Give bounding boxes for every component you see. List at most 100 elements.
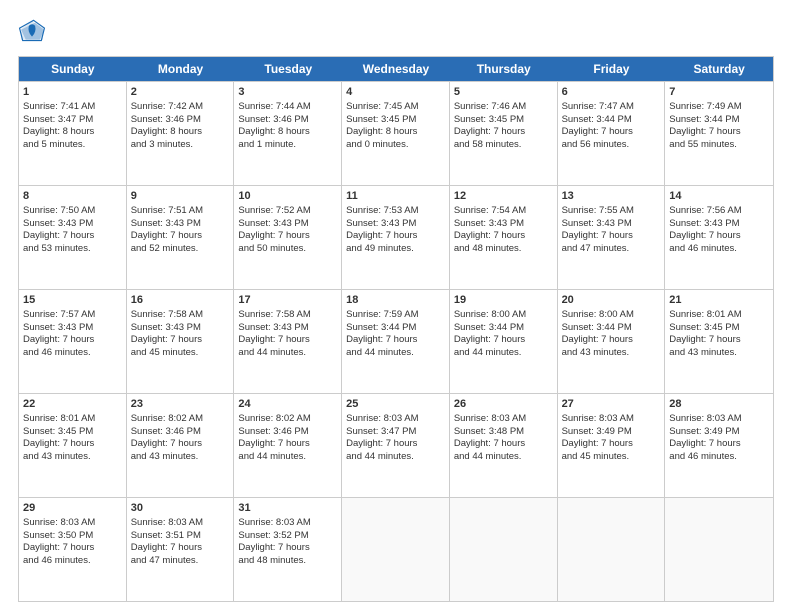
calendar-cell: 30Sunrise: 8:03 AMSunset: 3:51 PMDayligh… [127, 498, 235, 601]
day-number: 7 [669, 85, 769, 100]
calendar-cell: 27Sunrise: 8:03 AMSunset: 3:49 PMDayligh… [558, 394, 666, 497]
calendar-cell: 3Sunrise: 7:44 AMSunset: 3:46 PMDaylight… [234, 82, 342, 185]
calendar-cell: 17Sunrise: 7:58 AMSunset: 3:43 PMDayligh… [234, 290, 342, 393]
calendar-cell: 25Sunrise: 8:03 AMSunset: 3:47 PMDayligh… [342, 394, 450, 497]
day-number: 22 [23, 397, 122, 412]
day-info-line: Sunrise: 7:57 AM [23, 309, 122, 322]
day-info-line: Daylight: 7 hours [131, 230, 230, 243]
day-number: 28 [669, 397, 769, 412]
calendar-row: 15Sunrise: 7:57 AM Sunset: 3:43 PM Dayligh… [19, 289, 773, 393]
calendar-cell [450, 498, 558, 601]
day-info-line: Daylight: 7 hours [454, 334, 553, 347]
day-info-line: and 46 minutes. [669, 451, 769, 464]
day-number: 13 [562, 189, 661, 204]
day-info-line: Daylight: 7 hours [669, 334, 769, 347]
day-info-line: Sunset: 3:43 PM [238, 218, 337, 231]
day-info-line: Sunrise: 7:46 AM [454, 101, 553, 114]
weekday-header: Friday [558, 57, 666, 81]
day-number: 15 [23, 293, 122, 308]
day-info-line: and 43 minutes. [562, 347, 661, 360]
day-info-line: Sunrise: 7:56 AM [669, 205, 769, 218]
calendar-header: SundayMondayTuesdayWednesdayThursdayFrid… [19, 57, 773, 81]
day-info-line: Sunrise: 7:52 AM [238, 205, 337, 218]
calendar-cell: 20Sunrise: 8:00 AMSunset: 3:44 PMDayligh… [558, 290, 666, 393]
day-info-line: and 55 minutes. [669, 139, 769, 152]
calendar-cell: 23Sunrise: 8:02 AMSunset: 3:46 PMDayligh… [127, 394, 235, 497]
day-info-line: Sunrise: 8:02 AM [131, 413, 230, 426]
calendar-cell: 11Sunrise: 7:53 AMSunset: 3:43 PMDayligh… [342, 186, 450, 289]
day-info-line: Daylight: 7 hours [669, 438, 769, 451]
calendar-cell: 12Sunrise: 7:54 AMSunset: 3:43 PMDayligh… [450, 186, 558, 289]
calendar-cell [558, 498, 666, 601]
day-info-line: Daylight: 7 hours [562, 438, 661, 451]
day-info-line: and 44 minutes. [346, 451, 445, 464]
calendar-cell: 7Sunrise: 7:49 AMSunset: 3:44 PMDaylight… [665, 82, 773, 185]
day-info-line: Sunset: 3:43 PM [238, 322, 337, 335]
calendar-body: 1Sunrise: 7:41 AMSunset: 3:47 PMDaylight… [19, 81, 773, 601]
calendar-row: 1Sunrise: 7:41 AMSunset: 3:47 PMDaylight… [19, 81, 773, 185]
day-number: 25 [346, 397, 445, 412]
day-number: 14 [669, 189, 769, 204]
day-info-line: Sunset: 3:46 PM [131, 426, 230, 439]
day-info-line: Daylight: 7 hours [131, 542, 230, 555]
day-info-line: Sunrise: 7:50 AM [23, 205, 122, 218]
day-info-line: Daylight: 7 hours [23, 334, 122, 347]
day-info-line: and 45 minutes. [562, 451, 661, 464]
day-number: 24 [238, 397, 337, 412]
day-info-line: Sunset: 3:43 PM [131, 218, 230, 231]
calendar-cell: 18Sunrise: 7:59 AMSunset: 3:44 PMDayligh… [342, 290, 450, 393]
day-info-line: Daylight: 7 hours [131, 438, 230, 451]
day-info-line: Sunset: 3:47 PM [23, 114, 122, 127]
day-info-line: Daylight: 7 hours [562, 230, 661, 243]
day-info-line: Sunset: 3:43 PM [131, 322, 230, 335]
day-info-line: Daylight: 8 hours [131, 126, 230, 139]
calendar-cell: 26Sunrise: 8:03 AMSunset: 3:48 PMDayligh… [450, 394, 558, 497]
day-info-line: Sunrise: 7:41 AM [23, 101, 122, 114]
day-info-line: and 44 minutes. [238, 451, 337, 464]
day-info-line: Sunset: 3:49 PM [562, 426, 661, 439]
day-info-line: Sunset: 3:44 PM [454, 322, 553, 335]
day-info-line: and 46 minutes. [669, 243, 769, 256]
weekday-header: Wednesday [342, 57, 450, 81]
day-info-line: and 43 minutes. [23, 451, 122, 464]
weekday-header: Thursday [450, 57, 558, 81]
day-info-line: Sunset: 3:49 PM [669, 426, 769, 439]
day-info-line: Daylight: 7 hours [562, 334, 661, 347]
day-number: 21 [669, 293, 769, 308]
day-info-line: Daylight: 7 hours [454, 126, 553, 139]
calendar-cell: 1Sunrise: 7:41 AMSunset: 3:47 PMDaylight… [19, 82, 127, 185]
calendar-cell: 16Sunrise: 7:58 AMSunset: 3:43 PMDayligh… [127, 290, 235, 393]
day-info-line: Sunrise: 8:03 AM [454, 413, 553, 426]
day-number: 17 [238, 293, 337, 308]
day-number: 10 [238, 189, 337, 204]
calendar-cell: 6Sunrise: 7:47 AMSunset: 3:44 PMDaylight… [558, 82, 666, 185]
day-info-line: Sunset: 3:47 PM [346, 426, 445, 439]
day-info-line: Sunrise: 7:51 AM [131, 205, 230, 218]
day-info-line: Sunrise: 7:53 AM [346, 205, 445, 218]
calendar-cell: 8Sunrise: 7:50 AMSunset: 3:43 PMDaylight… [19, 186, 127, 289]
day-info-line: and 49 minutes. [346, 243, 445, 256]
day-info-line: Daylight: 8 hours [346, 126, 445, 139]
day-info-line: Sunset: 3:48 PM [454, 426, 553, 439]
day-info-line: and 5 minutes. [23, 139, 122, 152]
day-info-line: Sunset: 3:44 PM [562, 114, 661, 127]
day-info-line: Sunset: 3:46 PM [238, 114, 337, 127]
calendar: SundayMondayTuesdayWednesdayThursdayFrid… [18, 56, 774, 602]
day-info-line: and 45 minutes. [131, 347, 230, 360]
day-info-line: Sunrise: 7:47 AM [562, 101, 661, 114]
day-info-line: and 0 minutes. [346, 139, 445, 152]
day-info-line: Sunset: 3:43 PM [454, 218, 553, 231]
weekday-header: Saturday [665, 57, 773, 81]
calendar-cell: 28Sunrise: 8:03 AMSunset: 3:49 PMDayligh… [665, 394, 773, 497]
day-number: 30 [131, 501, 230, 516]
day-info-line: and 44 minutes. [454, 451, 553, 464]
day-info-line: Daylight: 7 hours [23, 542, 122, 555]
calendar-row: 22Sunrise: 8:01 AMSunset: 3:45 PMDayligh… [19, 393, 773, 497]
day-number: 19 [454, 293, 553, 308]
calendar-cell [342, 498, 450, 601]
day-number: 9 [131, 189, 230, 204]
day-info-line: Daylight: 7 hours [238, 230, 337, 243]
day-info-line: Daylight: 7 hours [346, 438, 445, 451]
day-info-line: Sunset: 3:45 PM [346, 114, 445, 127]
day-info-line: and 3 minutes. [131, 139, 230, 152]
